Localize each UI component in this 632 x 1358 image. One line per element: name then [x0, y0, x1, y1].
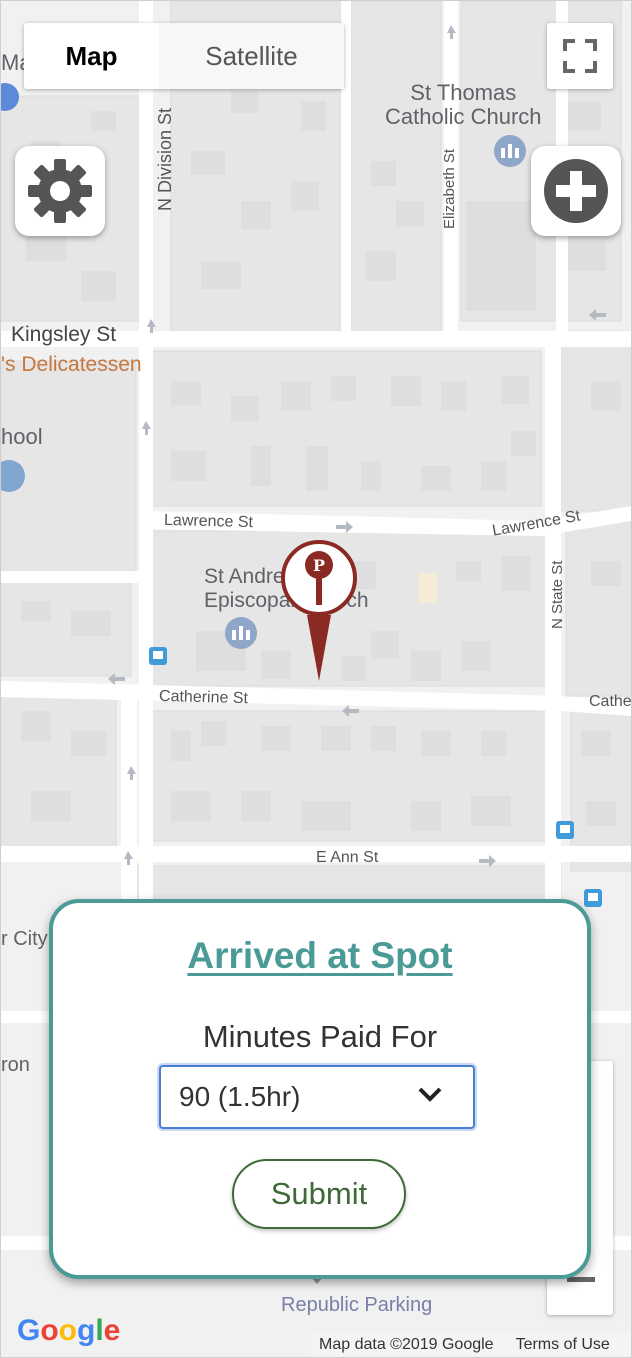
poi-delicatessen: 's Delicatessen — [1, 353, 142, 376]
google-logo-letter: e — [103, 1314, 121, 1347]
parking-pin-marker[interactable]: P — [278, 539, 360, 684]
street-catherine: Catherine St — [158, 687, 249, 708]
map-type-toggle: Map Satellite — [24, 23, 344, 89]
minutes-paid-select[interactable]: 90 (1.5hr) — [159, 1065, 475, 1129]
chevron-down-icon — [418, 1087, 442, 1102]
map-type-map-button[interactable]: Map — [24, 23, 159, 89]
poi-school: hool — [1, 424, 43, 449]
plus-circle-icon — [544, 159, 608, 223]
google-logo-letter: g — [77, 1314, 96, 1347]
terms-of-use-link[interactable]: Terms of Use — [516, 1336, 610, 1354]
minutes-paid-label: Minutes Paid For — [202, 1019, 438, 1054]
app-frame: N Division St St Thomas Catholic Church … — [0, 0, 632, 1358]
fullscreen-button[interactable] — [547, 23, 613, 89]
street-n-division: N Division St — [155, 107, 175, 211]
poi-ron: ron — [1, 1054, 30, 1076]
poi-st-thomas-church: St Thomas Catholic Church — [385, 80, 542, 129]
settings-button[interactable] — [15, 146, 105, 236]
modal-title: Arrived at Spot — [187, 935, 453, 976]
street-n-state: N State St — [549, 560, 566, 629]
google-logo-letter: o — [40, 1314, 59, 1347]
google-logo-letter: o — [58, 1314, 77, 1347]
street-elizabeth: Elizabeth St — [441, 148, 458, 229]
arrived-modal: Arrived at Spot Minutes Paid For 90 (1.5… — [49, 899, 591, 1279]
map-data-text: Map data ©2019 Google — [319, 1336, 494, 1353]
google-logo-letter: l — [95, 1314, 104, 1347]
street-catherine-right: Cathe — [589, 693, 632, 710]
google-logo[interactable]: Google — [17, 1314, 120, 1348]
submit-button[interactable]: Submit — [232, 1159, 406, 1229]
poi-city: r City — [1, 928, 48, 950]
street-lawrence-left: Lawrence St — [163, 511, 254, 532]
poi-republic-parking: Republic Parking — [281, 1294, 433, 1316]
gear-icon — [28, 159, 92, 223]
add-button[interactable] — [531, 146, 621, 236]
pin-letter: P — [313, 556, 325, 575]
fullscreen-icon — [563, 39, 597, 73]
google-logo-letter: G — [17, 1314, 41, 1347]
minutes-paid-value: 90 (1.5hr) — [179, 1081, 301, 1112]
street-e-ann: E Ann St — [316, 849, 379, 866]
map-type-satellite-button[interactable]: Satellite — [159, 23, 344, 89]
street-kingsley: Kingsley St — [11, 323, 117, 346]
map-attribution: Map data ©2019 Google Terms of Use — [311, 1333, 631, 1357]
